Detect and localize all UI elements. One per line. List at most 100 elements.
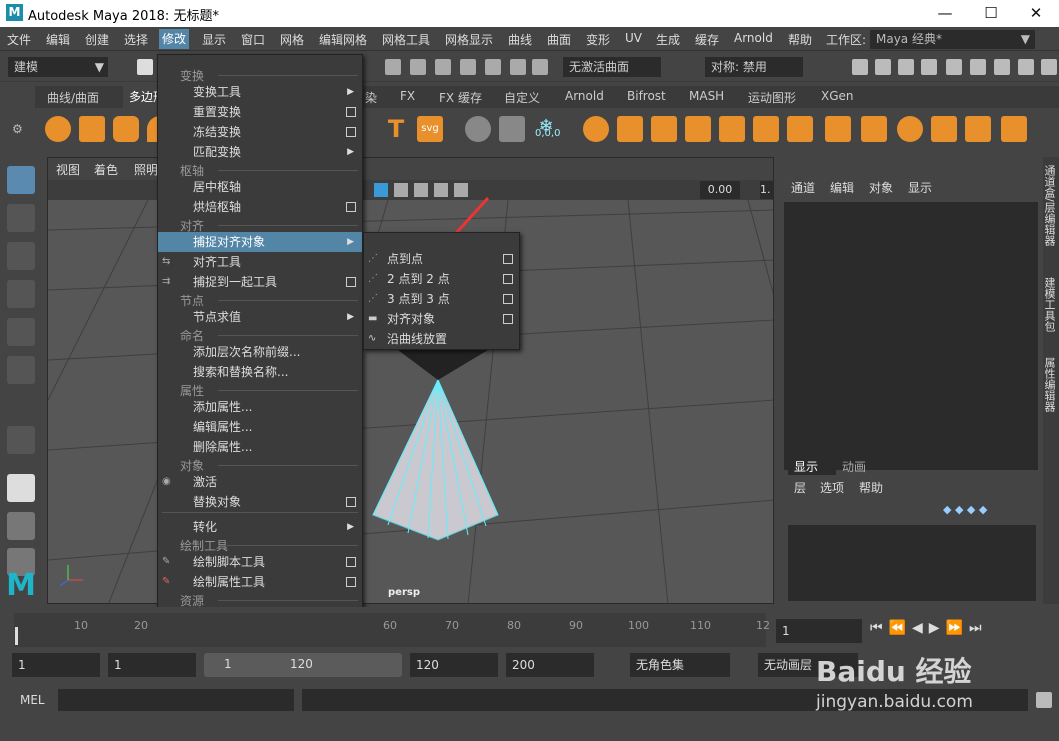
range-slider-bar[interactable]: 1 120 [204,653,402,677]
combine-icon[interactable] [465,116,491,142]
cb-menu-channels[interactable]: 通道 [791,179,815,196]
timeline-track[interactable]: 10 20 60 70 80 90 100 110 12 [14,613,770,647]
current-time-marker[interactable] [15,627,18,645]
lasso-tool-icon[interactable] [7,204,35,232]
extrude-icon[interactable] [617,116,643,142]
playback-controls-icon[interactable]: ⏮⏪◀▶⏩⏭ [870,620,1055,642]
ipr-icon[interactable] [898,59,914,75]
tab-rendering[interactable]: 染 [365,89,377,106]
tab-mash[interactable]: MASH [689,89,724,103]
snap-curve-icon[interactable] [410,59,426,75]
sphere-icon[interactable] [45,116,71,142]
cube-icon[interactable] [79,116,105,142]
menu-item-align-tool[interactable]: ⇆ 对齐工具 [158,252,362,272]
menu-item-add-attr[interactable]: 添加属性... [158,397,362,417]
cb-menu-object[interactable]: 对象 [869,179,893,196]
mode-dropdown[interactable]: 建模 ▼ [8,57,108,77]
menu-mesh-tools[interactable]: 网格工具 [382,31,430,48]
option-box-icon[interactable] [503,274,513,284]
menu-item-convert[interactable]: 转化 ▶ [158,517,362,537]
menu-cache[interactable]: 缓存 [695,31,719,48]
tab-arnold[interactable]: Arnold [565,89,604,103]
menu-item-freeze-transform[interactable]: 冻结变换 [158,122,362,142]
new-scene-icon[interactable] [137,59,153,75]
scene-end-field[interactable]: 200 [506,653,594,677]
menu-arnold[interactable]: Arnold [734,31,773,45]
text-icon[interactable]: T [383,116,409,142]
render-view-icon[interactable] [852,59,868,75]
gear-icon[interactable]: ⚙ [12,122,23,136]
rotate-tool-icon[interactable] [7,318,35,346]
svg-icon[interactable]: svg [417,116,443,142]
character-set-dropdown[interactable]: 无角色集 [630,653,730,677]
hypershade-icon[interactable] [946,59,962,75]
snap-surface-icon[interactable] [485,59,501,75]
menu-deform[interactable]: 变形 [586,31,610,48]
maximize-button[interactable]: ☐ [968,0,1014,27]
option-box-icon[interactable] [346,127,356,137]
menu-curves[interactable]: 曲线 [508,31,532,48]
scale-tool-icon[interactable] [7,356,35,384]
menu-item-eval-nodes[interactable]: 节点求值 ▶ [158,307,362,327]
option-box-icon[interactable] [346,277,356,287]
wireframe-shaded-icon[interactable] [374,183,388,197]
boolean-icon[interactable] [583,116,609,142]
menu-help[interactable]: 帮助 [788,31,812,48]
select-tool-icon[interactable] [7,166,35,194]
cb-menu-show[interactable]: 显示 [908,179,932,196]
smooth-icon[interactable] [753,116,779,142]
menu-item-paint-attr[interactable]: ✎ 绘制属性工具 [158,572,362,592]
layer-menu-layers[interactable]: 层 [794,479,806,496]
four-pane-icon[interactable] [7,512,35,540]
person-icon[interactable] [970,59,986,75]
layer-tab-display[interactable]: 显示 [794,458,818,475]
fill-hole-icon[interactable] [719,116,745,142]
menu-modify[interactable]: 修改 [159,29,190,49]
option-box-icon[interactable] [503,314,513,324]
option-box-icon[interactable] [346,577,356,587]
snap-view-icon[interactable] [460,59,476,75]
sliders-icon[interactable] [994,59,1010,75]
layer-tab-anim[interactable]: 动画 [842,458,866,475]
menu-item-center-pivot[interactable]: 居中枢轴 [158,177,362,197]
render-settings-icon[interactable] [921,59,937,75]
submenu-item-point-to-point[interactable]: ⋰ 点到点 [364,249,519,269]
planar-icon[interactable] [861,116,887,142]
option-box-icon[interactable] [503,294,513,304]
menu-uv[interactable]: UV [625,31,642,45]
vp-menu-shading[interactable]: 着色 [94,161,118,178]
single-pane-icon[interactable] [7,474,35,502]
menu-edit-mesh[interactable]: 编辑网格 [319,31,367,48]
menu-item-bake-pivot[interactable]: 烘焙枢轴 [158,197,362,217]
menu-generate[interactable]: 生成 [656,31,680,48]
uv-icon[interactable] [825,116,851,142]
anim-end-field[interactable]: 120 [410,653,498,677]
menu-edit[interactable]: 编辑 [46,31,70,48]
snap-point-icon[interactable] [435,59,451,75]
menu-file[interactable]: 文件 [7,31,31,48]
render-icon[interactable] [875,59,891,75]
snap-vertex-icon[interactable] [510,59,526,75]
tab-attribute-editor[interactable]: 属性编辑器 [1043,357,1057,412]
menu-windows[interactable]: 窗口 [241,31,265,48]
option-box-icon[interactable] [346,202,356,212]
tab-motion-graphics[interactable]: 运动图形 [748,89,796,106]
tab-modeling-toolkit[interactable]: 建模工具包 [1043,277,1057,332]
menu-item-activate[interactable]: ◉ 激活 [158,472,362,492]
tab-fx[interactable]: FX [400,89,415,103]
tab-bifrost[interactable]: Bifrost [627,89,666,103]
panel-toggle-icon[interactable] [1041,59,1057,75]
mirror-icon[interactable] [787,116,813,142]
menu-surfaces[interactable]: 曲面 [547,31,571,48]
layout-icon[interactable] [965,116,991,142]
option-box-icon[interactable] [346,497,356,507]
time-slider[interactable]: 10 20 60 70 80 90 100 110 12 1 ⏮⏪◀▶⏩⏭ [0,607,1059,649]
menu-item-paint-script[interactable]: ✎ 绘制脚本工具 [158,552,362,572]
cb-menu-edit[interactable]: 编辑 [830,179,854,196]
menu-item-search-replace[interactable]: 搜索和替换名称... [158,362,362,382]
submenu-item-2-points[interactable]: ⋰ 2 点到 2 点 [364,269,519,289]
layer-menu-options[interactable]: 选项 [820,479,844,496]
tab-custom[interactable]: 自定义 [504,89,540,106]
bevel-icon[interactable] [685,116,711,142]
menu-create[interactable]: 创建 [85,31,109,48]
